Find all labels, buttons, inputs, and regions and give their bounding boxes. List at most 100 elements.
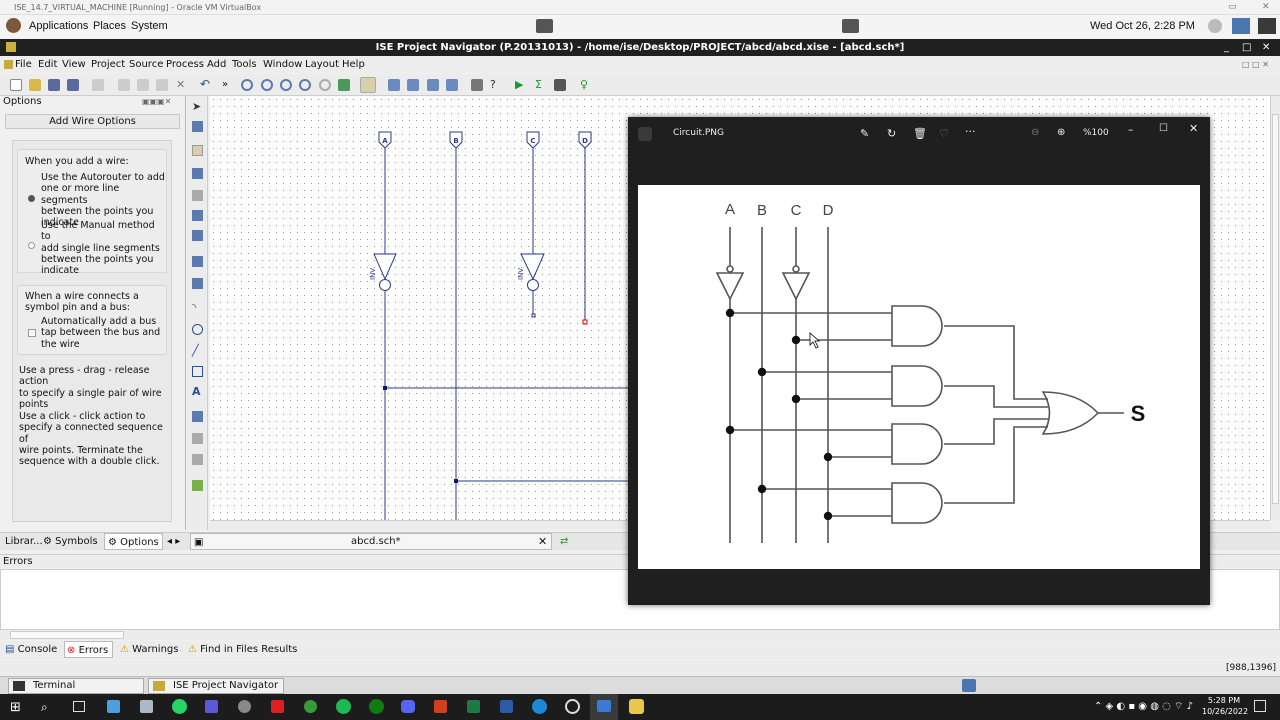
text-icon[interactable]: A bbox=[192, 386, 203, 397]
taskbar-time[interactable]: 5:28 PM bbox=[1206, 696, 1242, 705]
app-icon-7[interactable] bbox=[629, 699, 644, 714]
network-icon[interactable] bbox=[1232, 18, 1250, 34]
align-icon[interactable] bbox=[388, 79, 400, 91]
virtualbox-icon[interactable] bbox=[597, 700, 611, 712]
more-options-icon[interactable]: ··· bbox=[965, 125, 976, 138]
bus-tap-checkbox[interactable] bbox=[28, 329, 36, 337]
word-icon[interactable] bbox=[500, 700, 513, 713]
tab-symbols[interactable]: ⚙ Symbols bbox=[40, 533, 101, 550]
inverter-a[interactable] bbox=[373, 253, 397, 281]
cut-icon[interactable] bbox=[118, 79, 130, 91]
task-terminal[interactable]: Terminal bbox=[8, 678, 144, 694]
panel-clock[interactable]: Wed Oct 26, 2:28 PM bbox=[1090, 15, 1195, 37]
app-icon-3[interactable] bbox=[238, 700, 251, 713]
minimize-icon[interactable]: – bbox=[1128, 123, 1134, 136]
tab-options[interactable]: ⚙ Options bbox=[104, 533, 163, 550]
probe-icon[interactable] bbox=[554, 79, 566, 91]
viewer-gallery-icon[interactable] bbox=[638, 127, 652, 141]
tab-find-in-files[interactable]: ⚠ Find in Files Results bbox=[188, 641, 297, 658]
menu-view[interactable]: View bbox=[62, 57, 86, 73]
window-icon[interactable] bbox=[427, 79, 439, 91]
tab-errors[interactable]: ⊗ Errors bbox=[64, 641, 114, 658]
window-restore-icons[interactable]: □ □ ✕ bbox=[1242, 57, 1269, 73]
canvas-vertical-scrollbar[interactable] bbox=[1270, 96, 1280, 520]
close-icon[interactable]: ✕ bbox=[1189, 122, 1198, 135]
maximize-icon[interactable]: □ bbox=[1242, 39, 1251, 56]
app-icon-5[interactable] bbox=[304, 700, 317, 713]
run-icon[interactable]: ▶ bbox=[515, 79, 527, 91]
refresh-icon[interactable] bbox=[338, 79, 350, 91]
check-icon[interactable] bbox=[192, 480, 203, 491]
bus-icon[interactable] bbox=[192, 168, 203, 179]
edit-icon[interactable]: ✎ bbox=[860, 127, 869, 140]
add-wire-icon[interactable] bbox=[192, 145, 203, 156]
zoom-in-icon[interactable] bbox=[241, 79, 253, 91]
rotate-icon[interactable]: ↻ bbox=[887, 127, 896, 140]
copy-icon[interactable] bbox=[137, 79, 149, 91]
manual-radio[interactable] bbox=[28, 242, 35, 249]
more-icon[interactable]: » bbox=[222, 79, 234, 91]
menu-source[interactable]: Source bbox=[129, 57, 163, 73]
paste-icon[interactable] bbox=[156, 79, 168, 91]
system-menu[interactable]: System bbox=[131, 15, 168, 37]
spotify-icon[interactable] bbox=[336, 699, 351, 714]
volume-icon[interactable] bbox=[1208, 19, 1222, 33]
tab-warnings[interactable]: ⚠ Warnings bbox=[120, 641, 178, 658]
terminal-launcher-icon[interactable] bbox=[536, 19, 553, 33]
close-icon[interactable]: ✕ bbox=[1262, 39, 1270, 56]
zoom-out-icon[interactable] bbox=[261, 79, 273, 91]
close-tab-icon[interactable]: ✕ bbox=[535, 533, 550, 550]
calculator-icon[interactable] bbox=[140, 700, 153, 713]
menu-project[interactable]: Project bbox=[91, 57, 125, 73]
circle-icon[interactable] bbox=[192, 324, 203, 335]
applications-menu[interactable]: Applications bbox=[29, 15, 88, 37]
discord-icon[interactable] bbox=[401, 700, 415, 713]
align-2-icon[interactable] bbox=[407, 79, 419, 91]
places-menu[interactable]: Places bbox=[93, 15, 126, 37]
line-icon[interactable]: ╱ bbox=[192, 345, 203, 356]
errors-scroll-thumb[interactable] bbox=[10, 631, 124, 639]
menu-help[interactable]: Help bbox=[342, 57, 365, 73]
panel-controls-icon[interactable]: ▣▣▣✕ bbox=[142, 97, 171, 106]
menu-file[interactable]: File bbox=[15, 57, 32, 73]
tab-console[interactable]: ▤ Console bbox=[5, 641, 57, 658]
rectangle-icon[interactable] bbox=[192, 366, 203, 377]
workspace-icon[interactable] bbox=[962, 679, 976, 692]
tray-icons[interactable]: ⌃ ◈ ◐ ▪ ◉ ◍ ◌ ⌔ ♪ bbox=[1094, 700, 1193, 713]
app-icon-6[interactable] bbox=[565, 699, 580, 714]
add-wire-options-button[interactable]: Add Wire Options bbox=[5, 114, 180, 129]
sigma-icon[interactable]: Σ bbox=[535, 79, 547, 91]
tool-icon[interactable] bbox=[192, 433, 203, 444]
windows-start-icon[interactable]: ⊞ bbox=[10, 701, 21, 714]
save-all-icon[interactable] bbox=[67, 79, 79, 91]
io-marker-icon[interactable] bbox=[192, 210, 203, 221]
display-icon[interactable] bbox=[1258, 18, 1276, 34]
select-mode-icon[interactable] bbox=[360, 77, 376, 93]
vertical-scroll-thumb[interactable] bbox=[1272, 114, 1279, 504]
menu-layout[interactable]: Layout bbox=[305, 57, 339, 73]
whatsapp-icon[interactable] bbox=[172, 699, 187, 714]
screen-launcher-icon[interactable] bbox=[842, 19, 859, 33]
symbol-icon[interactable] bbox=[192, 230, 203, 241]
print-icon[interactable] bbox=[92, 79, 104, 91]
tool-2-icon[interactable] bbox=[192, 454, 203, 465]
tools-icon[interactable] bbox=[471, 79, 483, 91]
bus-tap-icon[interactable] bbox=[192, 190, 203, 201]
search-icon[interactable]: ⌕ bbox=[41, 700, 48, 715]
arc-icon[interactable]: ◝ bbox=[192, 302, 203, 313]
lightbulb-icon[interactable]: ♀ bbox=[580, 79, 592, 91]
menu-tools[interactable]: Tools bbox=[232, 57, 257, 73]
notification-icon[interactable] bbox=[1254, 700, 1266, 712]
maximize-icon[interactable]: ☐ bbox=[1159, 123, 1168, 134]
xbox-icon[interactable] bbox=[369, 699, 384, 714]
taskbar-date[interactable]: 10/26/2022 bbox=[1202, 707, 1248, 716]
save-icon[interactable] bbox=[48, 79, 60, 91]
menu-process[interactable]: Process bbox=[166, 57, 204, 73]
autorouter-radio[interactable] bbox=[28, 195, 35, 202]
delete-icon[interactable]: 🗑 bbox=[913, 127, 927, 140]
minimize-icon[interactable]: ▭ bbox=[1228, 0, 1237, 15]
menu-window[interactable]: Window bbox=[263, 57, 302, 73]
app-icon-1[interactable] bbox=[107, 700, 120, 713]
excel-icon[interactable] bbox=[467, 700, 480, 713]
favorite-icon[interactable]: ♡ bbox=[939, 127, 949, 140]
